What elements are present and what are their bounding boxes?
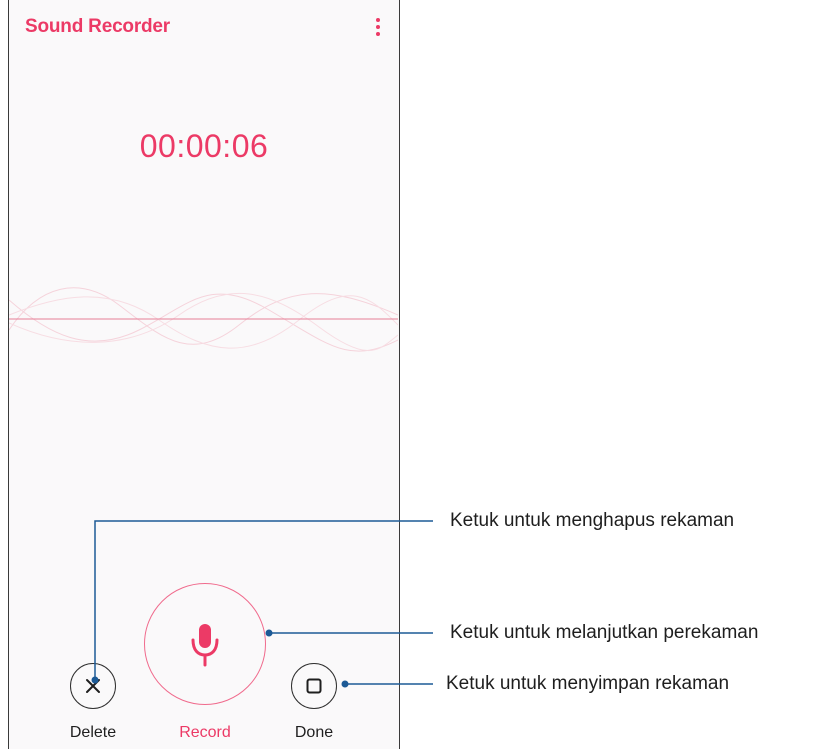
callout-done-text: Ketuk untuk menyimpan rekaman: [446, 673, 730, 694]
callout-delete-line: [91, 520, 433, 684]
callout-delete-text: Ketuk untuk menghapus rekaman: [450, 510, 735, 531]
callout-record-line: [265, 629, 433, 637]
callout-record-text: Ketuk untuk melanjutkan perekaman: [450, 622, 759, 643]
callout-done-line: [341, 680, 433, 688]
